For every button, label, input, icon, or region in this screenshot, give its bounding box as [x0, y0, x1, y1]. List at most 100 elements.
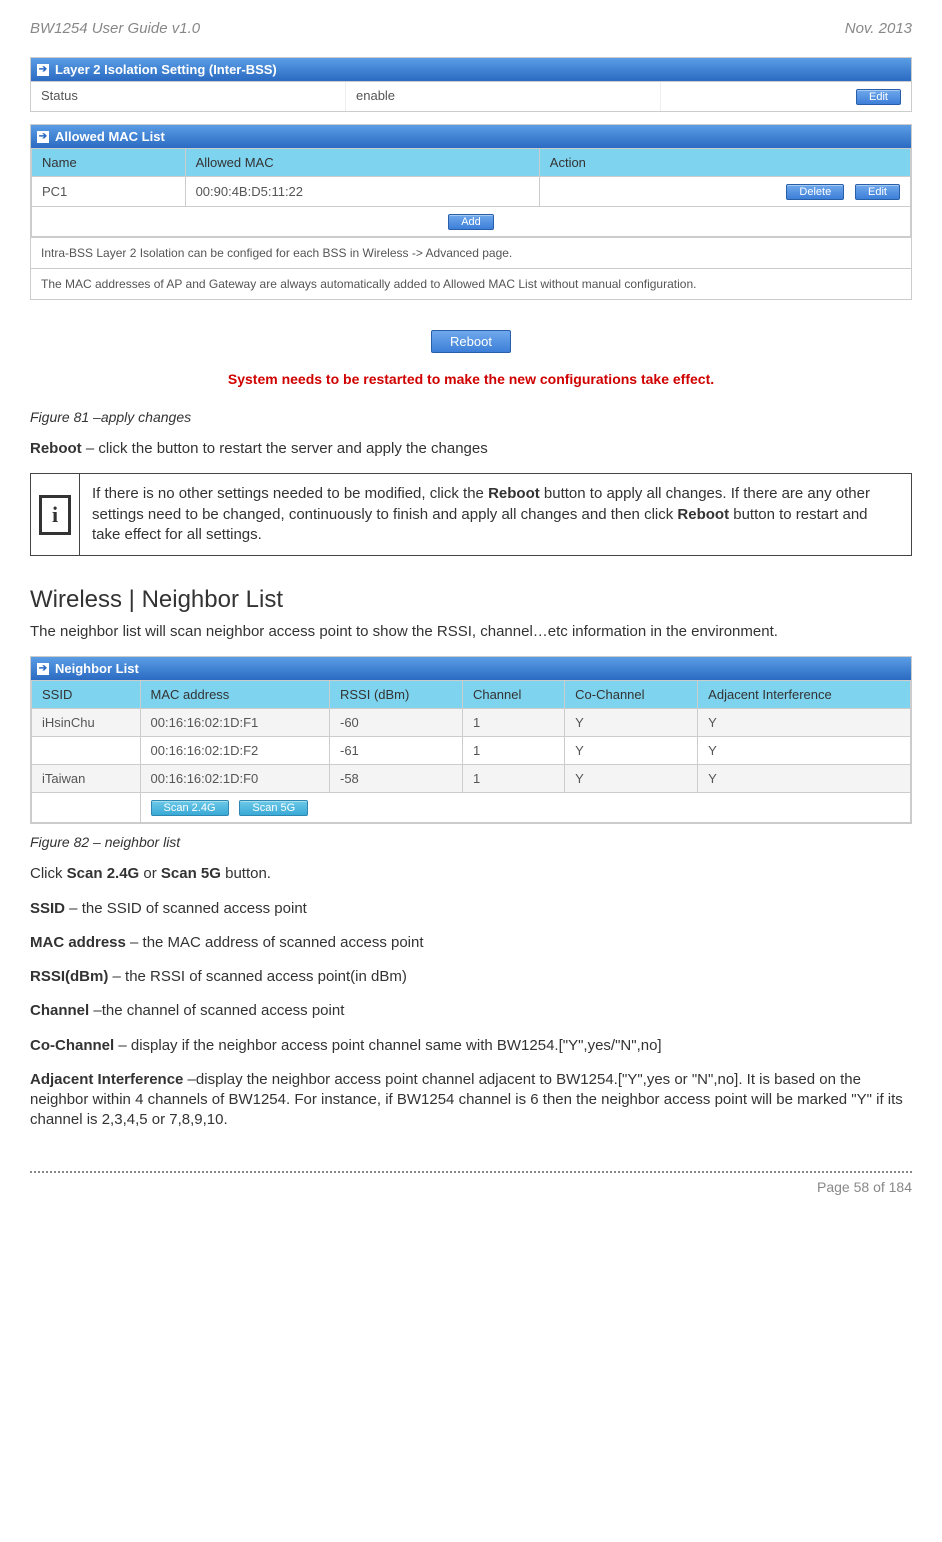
status-actions: Edit: [661, 82, 911, 111]
info-text-bold: Reboot: [488, 485, 540, 502]
text-part: – the MAC address of scanned access poin…: [126, 934, 424, 951]
cell-ssid: iTaiwan: [32, 765, 141, 793]
reboot-button[interactable]: Reboot: [431, 330, 511, 353]
reboot-desc-text: – click the button to restart the server…: [82, 440, 488, 457]
panel-header: ➔ Allowed MAC List: [31, 125, 911, 148]
info-text: If there is no other settings needed to …: [80, 474, 911, 555]
status-label: Status: [31, 82, 346, 111]
panel-title: Neighbor List: [55, 661, 139, 676]
page-footer: Page 58 of 184: [30, 1171, 912, 1201]
col-mac: Allowed MAC: [185, 149, 539, 177]
scan-row: Scan 2.4G Scan 5G: [32, 793, 911, 823]
text-bold: Co-Channel: [30, 1037, 114, 1054]
table-row: 00:16:16:02:1D:F2 -61 1 Y Y: [32, 737, 911, 765]
panel-layer2-isolation: ➔ Layer 2 Isolation Setting (Inter-BSS) …: [30, 57, 912, 112]
note-text-2: The MAC addresses of AP and Gateway are …: [31, 268, 911, 299]
collapse-icon[interactable]: ➔: [37, 64, 49, 76]
panel-allowed-mac: ➔ Allowed MAC List Name Allowed MAC Acti…: [30, 124, 912, 300]
table-row: iHsinChu 00:16:16:02:1D:F1 -60 1 Y Y: [32, 709, 911, 737]
click-scan-line: Click Scan 2.4G or Scan 5G button.: [30, 864, 912, 884]
mac-table: Name Allowed MAC Action PC1 00:90:4B:D5:…: [31, 148, 911, 237]
edit-button[interactable]: Edit: [855, 184, 900, 200]
col-channel: Channel: [462, 681, 564, 709]
info-icon: i: [39, 495, 71, 535]
channel-line: Channel –the channel of scanned access p…: [30, 1001, 912, 1021]
panel-title: Layer 2 Isolation Setting (Inter-BSS): [55, 62, 277, 77]
reboot-label: Reboot: [30, 440, 82, 457]
text-bold: Adjacent Interference: [30, 1071, 183, 1088]
col-action: Action: [539, 149, 910, 177]
cell-actions: Delete Edit: [539, 177, 910, 207]
text-bold: SSID: [30, 900, 65, 917]
cell-channel: 1: [462, 737, 564, 765]
figure-caption-82: Figure 82 – neighbor list: [30, 834, 912, 850]
page-header: BW1254 User Guide v1.0 Nov. 2013: [30, 20, 912, 37]
text-bold: MAC address: [30, 934, 126, 951]
figure-caption-81: Figure 81 –apply changes: [30, 409, 912, 425]
doc-title: BW1254 User Guide v1.0: [30, 20, 200, 37]
text-part: – display if the neighbor access point c…: [114, 1037, 661, 1054]
delete-button[interactable]: Delete: [786, 184, 844, 200]
panel-header: ➔ Neighbor List: [31, 657, 911, 680]
reboot-description: Reboot – click the button to restart the…: [30, 439, 912, 459]
cochannel-line: Co-Channel – display if the neighbor acc…: [30, 1036, 912, 1056]
doc-date: Nov. 2013: [845, 20, 912, 37]
col-rssi: RSSI (dBm): [329, 681, 462, 709]
cell-rssi: -58: [329, 765, 462, 793]
info-text-part: If there is no other settings needed to …: [92, 485, 488, 502]
cell-channel: 1: [462, 765, 564, 793]
status-row: Status enable Edit: [31, 81, 911, 111]
cell-rssi: -61: [329, 737, 462, 765]
text-bold: Scan 5G: [161, 865, 221, 882]
edit-button[interactable]: Edit: [856, 89, 901, 105]
table-header-row: SSID MAC address RSSI (dBm) Channel Co-C…: [32, 681, 911, 709]
neighbor-table: SSID MAC address RSSI (dBm) Channel Co-C…: [31, 680, 911, 823]
cell-co: Y: [565, 765, 698, 793]
info-text-bold: Reboot: [677, 506, 729, 523]
section-title: Wireless | Neighbor List: [30, 586, 912, 614]
info-box: i If there is no other settings needed t…: [30, 473, 912, 556]
ssid-line: SSID – the SSID of scanned access point: [30, 899, 912, 919]
cell-co: Y: [565, 709, 698, 737]
cell-mac: 00:16:16:02:1D:F1: [140, 709, 329, 737]
mac-line: MAC address – the MAC address of scanned…: [30, 933, 912, 953]
adjacent-line: Adjacent Interference –display the neigh…: [30, 1070, 912, 1131]
neighbor-intro: The neighbor list will scan neighbor acc…: [30, 622, 912, 642]
text-part: – the SSID of scanned access point: [65, 900, 307, 917]
col-adj: Adjacent Interference: [698, 681, 911, 709]
reboot-block: Reboot: [30, 330, 912, 353]
scan-5g-button[interactable]: Scan 5G: [239, 800, 308, 816]
panel-title: Allowed MAC List: [55, 129, 165, 144]
cell-adj: Y: [698, 765, 911, 793]
cell-name: PC1: [32, 177, 186, 207]
empty-cell: [32, 793, 141, 823]
cell-channel: 1: [462, 709, 564, 737]
table-header-row: Name Allowed MAC Action: [32, 149, 911, 177]
panel-neighbor-list: ➔ Neighbor List SSID MAC address RSSI (d…: [30, 656, 912, 824]
info-icon-cell: i: [31, 474, 80, 555]
collapse-icon[interactable]: ➔: [37, 663, 49, 675]
text-part: button.: [221, 865, 271, 882]
text-part: –the channel of scanned access point: [89, 1002, 344, 1019]
rssi-line: RSSI(dBm) – the RSSI of scanned access p…: [30, 967, 912, 987]
note-text-1: Intra-BSS Layer 2 Isolation can be confi…: [31, 237, 911, 268]
collapse-icon[interactable]: ➔: [37, 131, 49, 143]
cell-mac: 00:90:4B:D5:11:22: [185, 177, 539, 207]
add-button[interactable]: Add: [448, 214, 494, 230]
reboot-warning: System needs to be restarted to make the…: [30, 371, 912, 387]
text-part: – the RSSI of scanned access point(in dB…: [108, 968, 406, 985]
col-mac: MAC address: [140, 681, 329, 709]
text-bold: Scan 2.4G: [67, 865, 140, 882]
cell-mac: 00:16:16:02:1D:F2: [140, 737, 329, 765]
scan-24g-button[interactable]: Scan 2.4G: [151, 800, 229, 816]
text-part: or: [139, 865, 161, 882]
add-row: Add: [32, 207, 911, 237]
cell-ssid: iHsinChu: [32, 709, 141, 737]
col-ssid: SSID: [32, 681, 141, 709]
cell-rssi: -60: [329, 709, 462, 737]
cell-mac: 00:16:16:02:1D:F0: [140, 765, 329, 793]
cell-adj: Y: [698, 709, 911, 737]
col-name: Name: [32, 149, 186, 177]
table-row: iTaiwan 00:16:16:02:1D:F0 -58 1 Y Y: [32, 765, 911, 793]
text-bold: RSSI(dBm): [30, 968, 108, 985]
